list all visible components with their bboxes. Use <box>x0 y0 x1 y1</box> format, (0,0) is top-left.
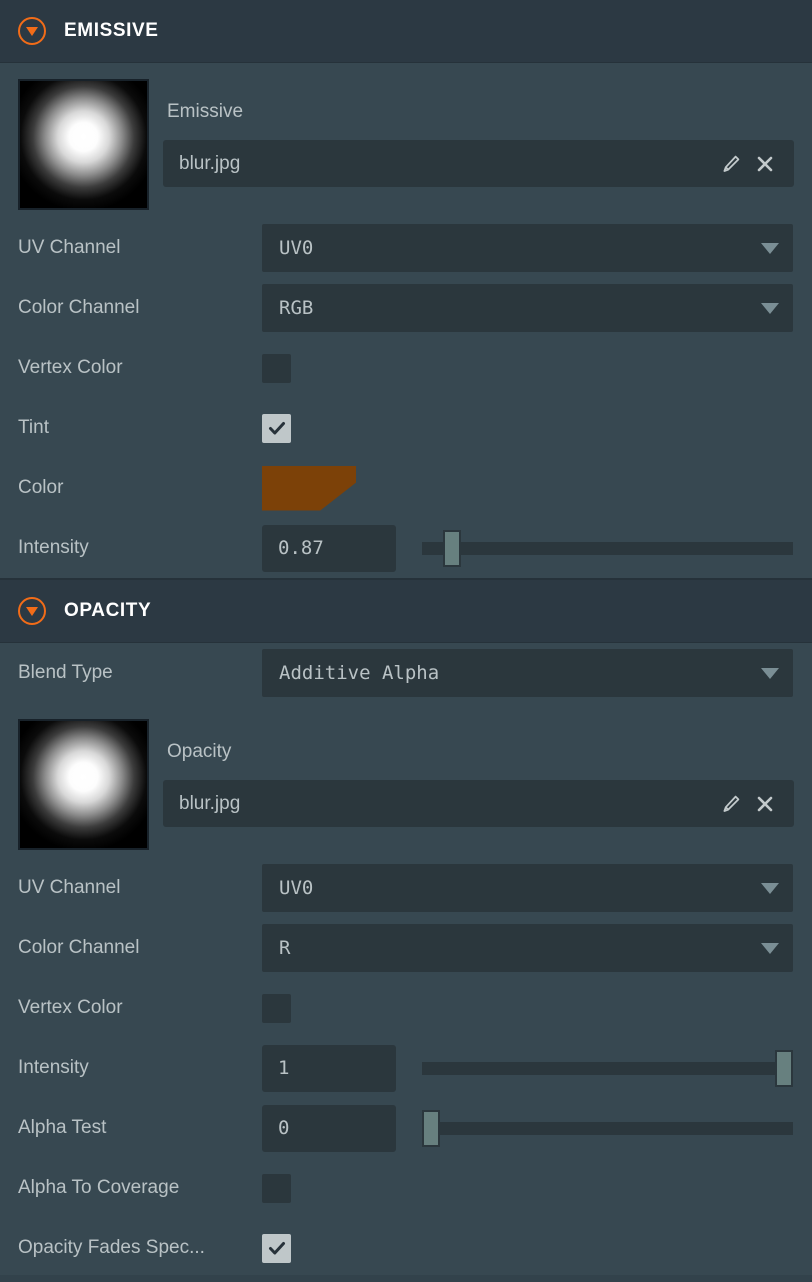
texture-label-emissive: Emissive <box>167 101 244 122</box>
dropdown-blend-type[interactable]: Additive Alpha <box>262 649 793 697</box>
panel-bottom-strip <box>0 1275 812 1282</box>
row-intensity-opacity: Intensity 1 <box>0 1038 812 1098</box>
row-vertex-color-emissive: Vertex Color <box>0 338 812 398</box>
checkbox-tint-emissive[interactable] <box>262 413 291 443</box>
slider-thumb[interactable] <box>422 1110 440 1147</box>
texture-thumbnail-emissive[interactable] <box>18 79 149 210</box>
close-icon[interactable] <box>748 787 782 821</box>
dropdown-value: Additive Alpha <box>279 662 440 684</box>
checkbox-opacity-fades-specular[interactable] <box>262 1233 291 1263</box>
checkbox-alpha-to-coverage[interactable] <box>262 1173 291 1203</box>
row-uv-channel-emissive: UV Channel UV0 <box>0 218 812 278</box>
texture-block-emissive: Emissive blur.jpg <box>0 63 812 218</box>
row-intensity-emissive: Intensity 0.87 <box>0 518 812 578</box>
texture-label-opacity: Opacity <box>167 741 232 762</box>
row-tint-emissive: Tint <box>0 398 812 458</box>
row-label: UV Channel <box>18 237 121 258</box>
row-label: Color Channel <box>18 937 140 958</box>
dropdown-color-channel-emissive[interactable]: RGB <box>262 284 793 332</box>
number-input-intensity-emissive[interactable]: 0.87 <box>262 524 396 572</box>
chevron-down-circle-icon[interactable] <box>18 17 46 45</box>
row-label: Vertex Color <box>18 357 123 378</box>
number-input-alpha-test[interactable]: 0 <box>262 1104 396 1152</box>
texture-thumbnail-opacity[interactable] <box>18 719 149 850</box>
row-label: UV Channel <box>18 877 121 898</box>
row-alpha-to-coverage: Alpha To Coverage <box>0 1158 812 1218</box>
section-header-opacity[interactable]: OPACITY <box>0 580 812 643</box>
check-icon <box>268 422 285 435</box>
texture-file-field-opacity[interactable]: blur.jpg <box>163 780 794 827</box>
texture-file-name-opacity: blur.jpg <box>179 792 241 814</box>
slider-thumb[interactable] <box>775 1050 793 1087</box>
row-alpha-test: Alpha Test 0 <box>0 1098 812 1158</box>
texture-block-opacity: Opacity blur.jpg <box>0 703 812 858</box>
dropdown-value: R <box>279 937 291 959</box>
row-label: Opacity Fades Spec... <box>18 1237 205 1258</box>
row-vertex-color-opacity: Vertex Color <box>0 978 812 1038</box>
checkbox-vertex-color-emissive[interactable] <box>262 353 291 383</box>
material-properties-panel: EMISSIVE Emissive blur.jpg UV Channel UV… <box>0 0 812 1282</box>
section-header-emissive[interactable]: EMISSIVE <box>0 0 812 63</box>
chevron-down-icon <box>761 242 779 254</box>
row-label: Alpha Test <box>18 1117 107 1138</box>
section-title-opacity: OPACITY <box>64 600 152 621</box>
row-label: Alpha To Coverage <box>18 1177 180 1198</box>
slider-intensity-emissive[interactable] <box>422 526 793 570</box>
row-uv-channel-opacity: UV Channel UV0 <box>0 858 812 918</box>
number-input-intensity-opacity[interactable]: 1 <box>262 1044 396 1092</box>
dropdown-uv-channel-opacity[interactable]: UV0 <box>262 864 793 912</box>
slider-intensity-opacity[interactable] <box>422 1046 793 1090</box>
texture-file-name-emissive: blur.jpg <box>179 152 241 174</box>
slider-track <box>422 1122 793 1135</box>
check-icon <box>268 1242 285 1255</box>
chevron-down-icon <box>761 667 779 679</box>
color-swatch-emissive[interactable] <box>262 465 356 511</box>
dropdown-color-channel-opacity[interactable]: R <box>262 924 793 972</box>
row-color-channel-emissive: Color Channel RGB <box>0 278 812 338</box>
row-opacity-fades-specular: Opacity Fades Spec... <box>0 1218 812 1278</box>
section-title-emissive: EMISSIVE <box>64 20 159 41</box>
dropdown-value: UV0 <box>279 237 314 259</box>
slider-alpha-test[interactable] <box>422 1106 793 1150</box>
row-label: Intensity <box>18 537 89 558</box>
checkbox-vertex-color-opacity[interactable] <box>262 993 291 1023</box>
slider-track <box>422 542 793 555</box>
row-label: Intensity <box>18 1057 89 1078</box>
chevron-down-icon <box>761 302 779 314</box>
row-label: Blend Type <box>18 662 113 683</box>
row-label: Color <box>18 477 64 498</box>
row-color-channel-opacity: Color Channel R <box>0 918 812 978</box>
chevron-down-circle-icon[interactable] <box>18 597 46 625</box>
row-blend-type: Blend Type Additive Alpha <box>0 643 812 703</box>
pencil-icon[interactable] <box>714 147 748 181</box>
pencil-icon[interactable] <box>714 787 748 821</box>
chevron-down-icon <box>761 942 779 954</box>
row-color-emissive: Color <box>0 458 812 518</box>
texture-file-field-emissive[interactable]: blur.jpg <box>163 140 794 187</box>
slider-thumb[interactable] <box>443 530 462 567</box>
slider-track <box>422 1062 793 1075</box>
row-label: Tint <box>18 417 49 438</box>
row-label: Color Channel <box>18 297 140 318</box>
close-icon[interactable] <box>748 147 782 181</box>
chevron-down-icon <box>761 882 779 894</box>
dropdown-value: RGB <box>279 297 314 319</box>
dropdown-uv-channel-emissive[interactable]: UV0 <box>262 224 793 272</box>
row-label: Vertex Color <box>18 997 123 1018</box>
dropdown-value: UV0 <box>279 877 314 899</box>
